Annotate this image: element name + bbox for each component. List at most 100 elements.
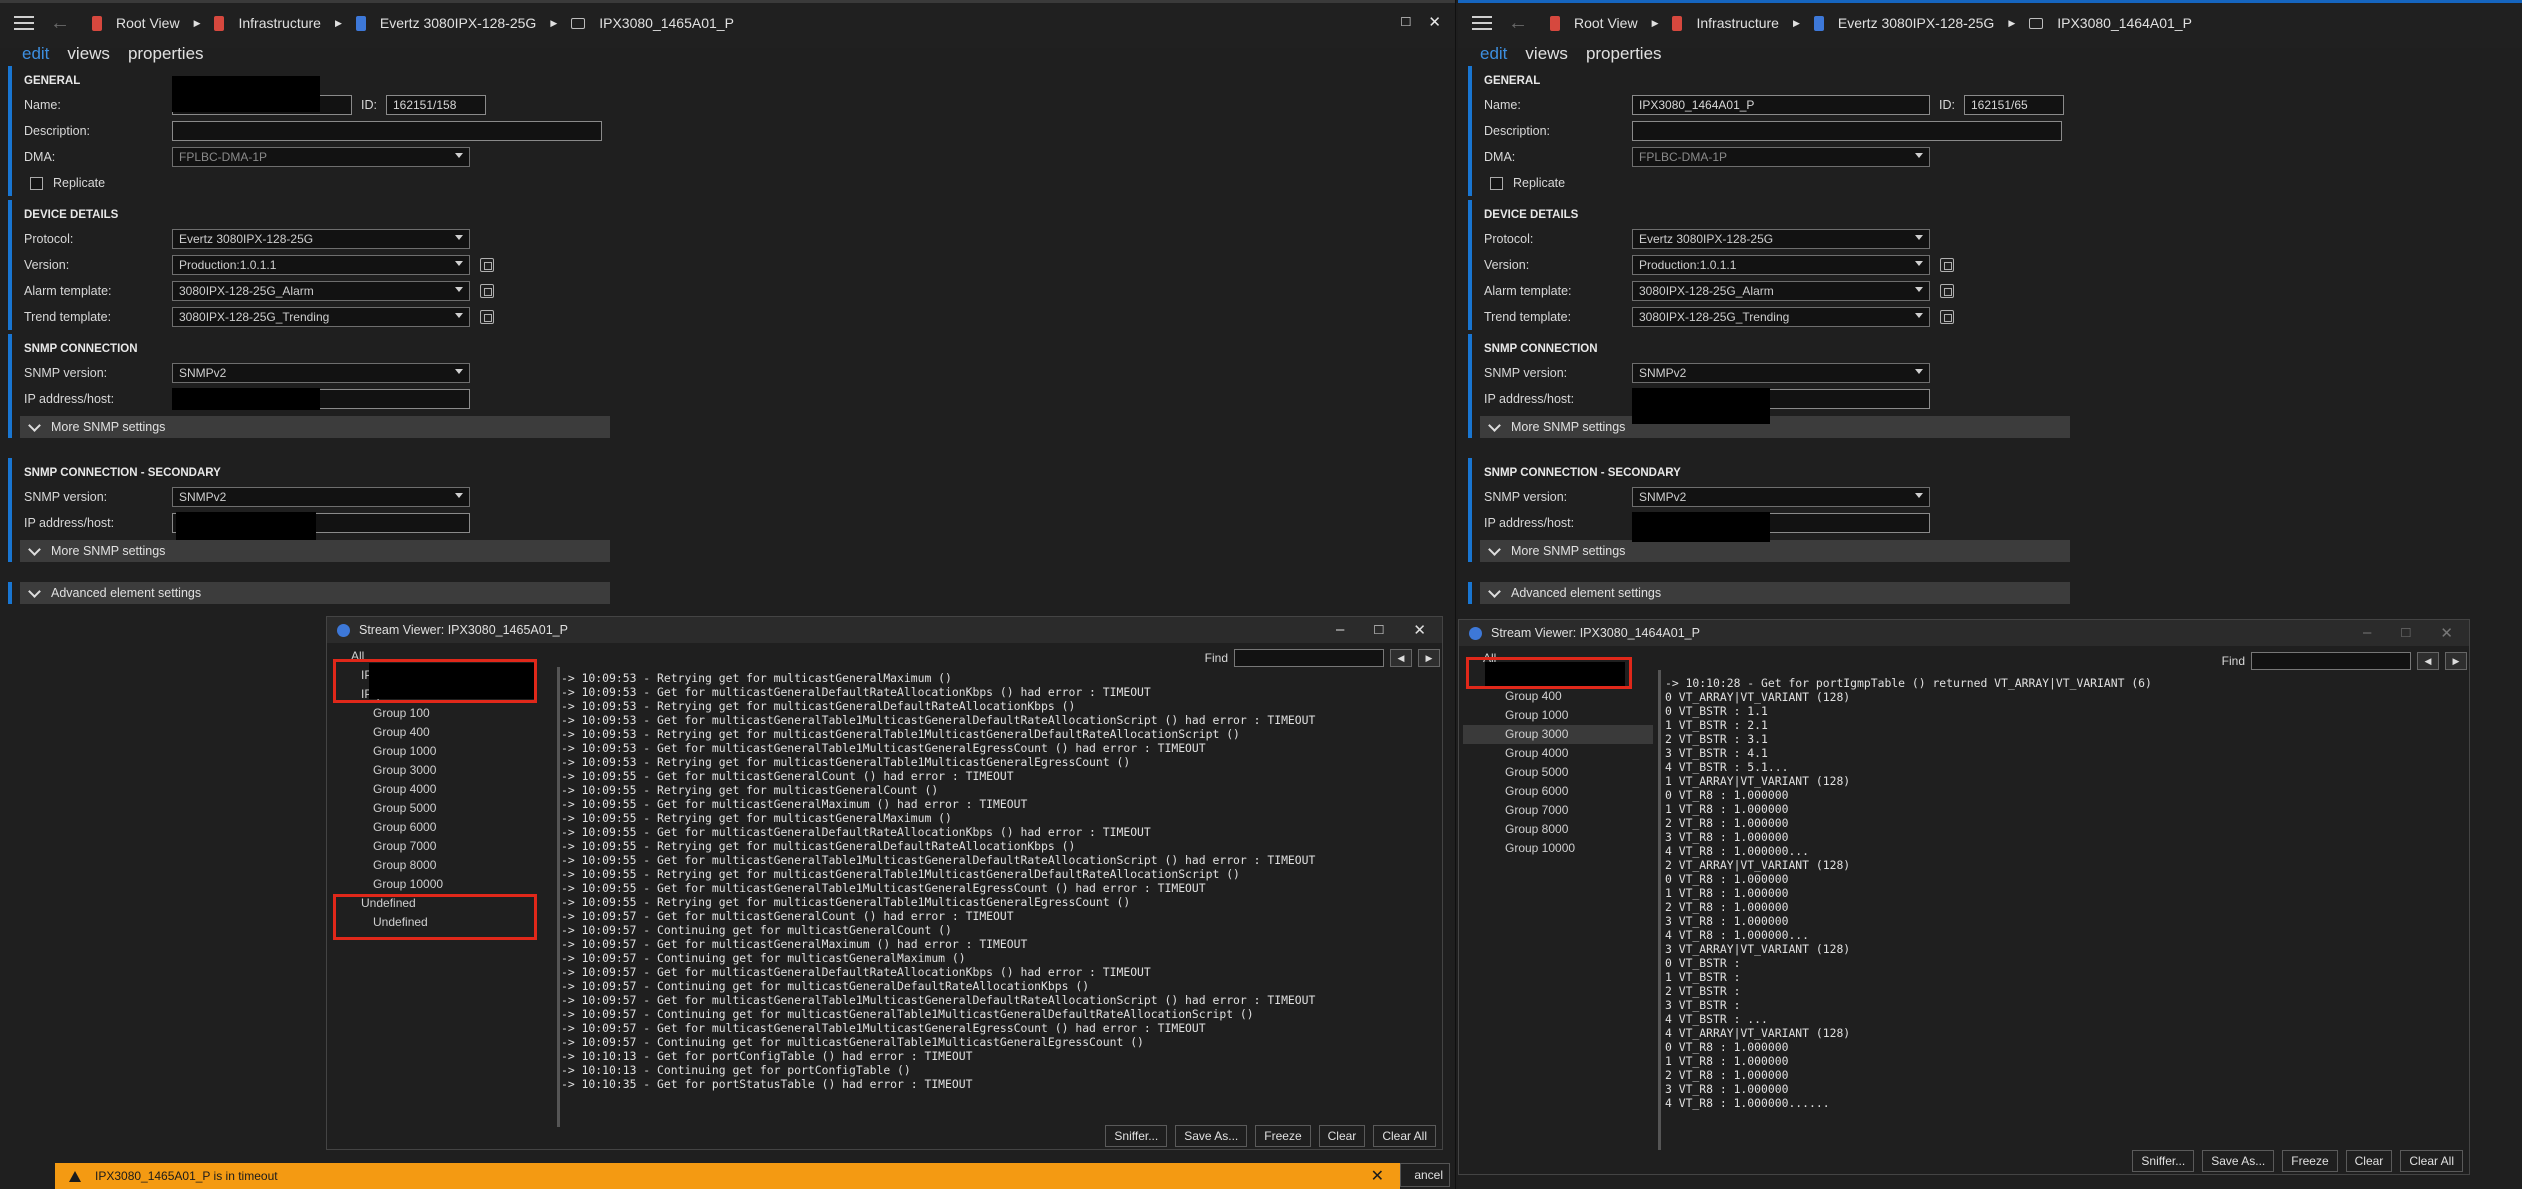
- tab-properties[interactable]: properties: [1586, 44, 1662, 66]
- dma-select[interactable]: FPLBC-DMA-1P: [1632, 147, 1930, 167]
- crumb-infrastructure[interactable]: Infrastructure ▶: [214, 15, 342, 31]
- copy-icon[interactable]: [480, 258, 494, 272]
- back-arrow-icon[interactable]: ←: [1508, 12, 1528, 35]
- alarm-template-select[interactable]: 3080IPX-128-25G_Alarm: [1632, 281, 1930, 301]
- cancel-button[interactable]: ancel: [1400, 1163, 1450, 1187]
- protocol-select[interactable]: Evertz 3080IPX-128-25G: [172, 229, 470, 249]
- crumb-element[interactable]: IPX3080_1464A01_P: [2029, 15, 2192, 31]
- tab-views[interactable]: views: [1525, 44, 1568, 66]
- copy-icon[interactable]: [480, 284, 494, 298]
- maximize-icon[interactable]: □: [1374, 621, 1383, 639]
- minimize-icon[interactable]: –: [2363, 624, 2371, 642]
- protocol-select[interactable]: Evertz 3080IPX-128-25G: [1632, 229, 1930, 249]
- tree-item[interactable]: Group 3000: [331, 761, 555, 780]
- replicate-checkbox[interactable]: [30, 176, 43, 190]
- advanced-element-settings[interactable]: Advanced element settings: [20, 582, 610, 604]
- close-icon[interactable]: ✕: [1428, 13, 1441, 31]
- copy-icon[interactable]: [1940, 310, 1954, 324]
- tree-item[interactable]: Group 400: [331, 723, 555, 742]
- maximize-icon[interactable]: □: [2401, 624, 2410, 642]
- tree-item[interactable]: Group 100: [331, 704, 555, 723]
- tree-item[interactable]: Group 10000: [331, 875, 555, 894]
- snmp-version-select[interactable]: SNMPv2: [1632, 363, 1930, 383]
- tree-item[interactable]: Group 5000: [331, 799, 555, 818]
- replicate-checkbox[interactable]: [1490, 176, 1503, 190]
- stream-log: -> 10:09:53 - Retrying get for multicast…: [561, 671, 1315, 1091]
- clear-all-button[interactable]: Clear All: [2400, 1150, 2463, 1172]
- name-field[interactable]: IPX3080_1464A01_P: [1632, 95, 1930, 115]
- trend-template-select[interactable]: 3080IPX-128-25G_Trending: [1632, 307, 1930, 327]
- snmp-version-select[interactable]: SNMPv2: [172, 363, 470, 383]
- tree-item[interactable]: Group 10000: [1463, 839, 1653, 858]
- tab-edit[interactable]: edit: [22, 44, 49, 66]
- tree-item[interactable]: Group 6000: [331, 818, 555, 837]
- more-snmp-settings[interactable]: More SNMP settings: [1480, 540, 2070, 562]
- tree-item[interactable]: Group 400: [1463, 687, 1653, 706]
- sniffer-button[interactable]: Sniffer...: [2132, 1150, 2195, 1172]
- dma-select[interactable]: FPLBC-DMA-1P: [172, 147, 470, 167]
- crumb-root-view[interactable]: Root View ▶: [92, 15, 200, 31]
- advanced-element-settings[interactable]: Advanced element settings: [1480, 582, 2070, 604]
- close-icon[interactable]: ✕: [1413, 621, 1426, 639]
- hamburger-menu-icon[interactable]: [1472, 16, 1492, 30]
- tree-item[interactable]: Group 1000: [331, 742, 555, 761]
- back-arrow-icon[interactable]: ←: [50, 12, 70, 35]
- id-field[interactable]: 162151/65: [1963, 95, 2064, 115]
- copy-icon[interactable]: [480, 310, 494, 324]
- description-field[interactable]: [1632, 121, 2062, 141]
- hamburger-menu-icon[interactable]: [14, 16, 34, 30]
- general-section: GENERAL Name: ID: 162151/158 Description…: [8, 66, 608, 196]
- maximize-icon[interactable]: □: [1401, 13, 1410, 31]
- crumb-element[interactable]: IPX3080_1465A01_P: [571, 15, 734, 31]
- id-field[interactable]: 162151/158: [385, 95, 486, 115]
- crumb-protocol[interactable]: Evertz 3080IPX-128-25G ▶: [355, 15, 557, 31]
- tree-item[interactable]: Group 1000: [1463, 706, 1653, 725]
- trend-template-select[interactable]: 3080IPX-128-25G_Trending: [172, 307, 470, 327]
- tree-item[interactable]: Group 7000: [1463, 801, 1653, 820]
- save-as-button[interactable]: Save As...: [2202, 1150, 2275, 1172]
- tree-item[interactable]: Group 4000: [1463, 744, 1653, 763]
- tree-item[interactable]: Group 8000: [331, 856, 555, 875]
- tab-properties[interactable]: properties: [128, 44, 204, 66]
- tab-views[interactable]: views: [67, 44, 110, 66]
- more-snmp-settings[interactable]: More SNMP settings: [20, 540, 610, 562]
- tree-item[interactable]: Group 8000: [1463, 820, 1653, 839]
- find-next-button[interactable]: ▶: [2445, 652, 2467, 670]
- clear-all-button[interactable]: Clear All: [1373, 1125, 1436, 1147]
- tree-item[interactable]: Group 6000: [1463, 782, 1653, 801]
- freeze-button[interactable]: Freeze: [2282, 1150, 2338, 1172]
- alarm-template-select[interactable]: 3080IPX-128-25G_Alarm: [172, 281, 470, 301]
- find-input[interactable]: [2251, 652, 2411, 670]
- minimize-icon[interactable]: –: [1336, 621, 1344, 639]
- tree-item[interactable]: Group 4000: [331, 780, 555, 799]
- find-next-button[interactable]: ▶: [1418, 649, 1440, 667]
- find-prev-button[interactable]: ◀: [1390, 649, 1412, 667]
- tab-edit[interactable]: edit: [1480, 44, 1507, 66]
- crumb-infrastructure[interactable]: Infrastructure ▶: [1672, 15, 1800, 31]
- snmp-version-select[interactable]: SNMPv2: [1632, 487, 1930, 507]
- close-icon[interactable]: ✕: [1371, 1166, 1384, 1186]
- find-input[interactable]: [1234, 649, 1384, 667]
- clear-button[interactable]: Clear: [2345, 1150, 2393, 1172]
- splitter[interactable]: [557, 667, 560, 1127]
- splitter[interactable]: [1658, 670, 1661, 1150]
- description-field[interactable]: [172, 121, 602, 141]
- crumb-protocol[interactable]: Evertz 3080IPX-128-25G ▶: [1813, 15, 2015, 31]
- copy-icon[interactable]: [1940, 284, 1954, 298]
- clear-button[interactable]: Clear: [1318, 1125, 1366, 1147]
- tree-item[interactable]: Group 3000: [1463, 725, 1653, 744]
- crumb-root-view[interactable]: Root View ▶: [1550, 15, 1658, 31]
- freeze-button[interactable]: Freeze: [1255, 1125, 1311, 1147]
- tree-item[interactable]: Group 5000: [1463, 763, 1653, 782]
- tree-item[interactable]: Group 7000: [331, 837, 555, 856]
- save-as-button[interactable]: Save As...: [1175, 1125, 1248, 1147]
- more-snmp-settings[interactable]: More SNMP settings: [1480, 416, 2070, 438]
- copy-icon[interactable]: [1940, 258, 1954, 272]
- close-icon[interactable]: ✕: [2440, 624, 2453, 642]
- version-select[interactable]: Production:1.0.1.1: [1632, 255, 1930, 275]
- snmp-version-select[interactable]: SNMPv2: [172, 487, 470, 507]
- more-snmp-settings[interactable]: More SNMP settings: [20, 416, 610, 438]
- find-prev-button[interactable]: ◀: [2417, 652, 2439, 670]
- version-select[interactable]: Production:1.0.1.1: [172, 255, 470, 275]
- sniffer-button[interactable]: Sniffer...: [1105, 1125, 1168, 1147]
